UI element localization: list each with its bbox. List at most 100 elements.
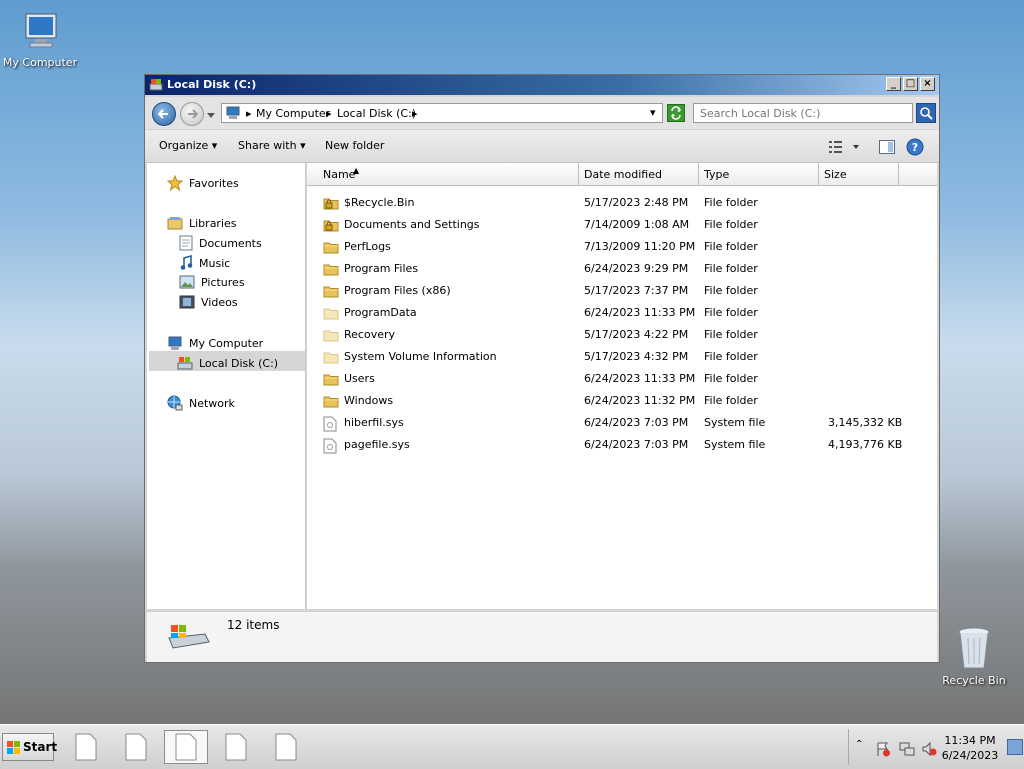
nav-videos[interactable]: Videos — [179, 295, 238, 309]
desktop-icon-my-computer[interactable]: My Computer — [0, 10, 80, 69]
hidden-folder-icon — [323, 306, 339, 323]
file-date: 7/14/2009 1:08 AM — [584, 218, 690, 231]
file-date: 6/24/2023 11:33 PM — [584, 372, 696, 385]
column-divider[interactable] — [898, 163, 899, 185]
file-size: 4,193,776 KB — [828, 438, 903, 451]
taskbar: Start ⌃ 11:34 PM 6/24/2023 — [0, 724, 1024, 769]
organize-label: Organize — [159, 139, 209, 152]
refresh-button[interactable] — [667, 104, 685, 122]
nav-label: Favorites — [189, 176, 239, 190]
nav-music[interactable]: Music — [179, 255, 230, 271]
table-row[interactable]: Recovery 5/17/2023 4:22 PM File folder — [307, 324, 937, 346]
nav-label: Documents — [199, 236, 262, 250]
address-dropdown-icon[interactable]: ▾ — [650, 106, 656, 119]
volume-muted-icon[interactable] — [921, 741, 937, 757]
view-options-icon[interactable] — [829, 140, 859, 154]
nav-my-computer[interactable]: My Computer — [167, 335, 263, 351]
table-row[interactable]: PerfLogs 7/13/2009 11:20 PM File folder — [307, 236, 937, 258]
file-type: File folder — [704, 196, 758, 209]
table-row[interactable]: Program Files 6/24/2023 9:29 PM File folde… — [307, 258, 937, 280]
taskbar-item[interactable] — [264, 730, 308, 764]
column-header-name[interactable]: Name — [323, 168, 355, 181]
nav-libraries[interactable]: Libraries — [167, 215, 237, 231]
close-button[interactable]: × — [920, 77, 935, 91]
windows-logo-icon — [7, 741, 20, 754]
file-type: File folder — [704, 218, 758, 231]
column-header-size[interactable]: Size — [824, 168, 847, 181]
document-icon — [175, 733, 197, 761]
minimize-button[interactable]: _ — [886, 77, 901, 91]
nav-network[interactable]: Network — [167, 395, 235, 411]
breadcrumb-separator[interactable]: ▸ — [246, 107, 252, 120]
taskbar-item[interactable] — [214, 730, 258, 764]
clock[interactable]: 11:34 PM 6/24/2023 — [939, 733, 1001, 763]
help-icon[interactable]: ? — [906, 138, 924, 156]
breadcrumb-separator[interactable]: ▸ — [412, 107, 418, 120]
clock-time: 11:34 PM — [944, 734, 996, 747]
breadcrumb-separator[interactable]: ▸ — [326, 107, 332, 120]
column-divider[interactable] — [698, 163, 699, 185]
action-center-flag-icon[interactable] — [875, 741, 891, 757]
share-with-label: Share with — [238, 139, 297, 152]
taskbar-item-active[interactable] — [164, 730, 208, 764]
column-header-type[interactable]: Type — [704, 168, 729, 181]
nav-local-disk[interactable]: Local Disk (C:) — [177, 355, 278, 371]
preview-pane-icon[interactable] — [879, 140, 895, 154]
breadcrumb-local-disk[interactable]: Local Disk (C:) — [337, 107, 416, 120]
network-status-icon[interactable] — [899, 741, 915, 757]
system-file-icon — [323, 416, 337, 435]
file-date: 5/17/2023 2:48 PM — [584, 196, 689, 209]
table-row[interactable]: Windows 6/24/2023 11:32 PM File folder — [307, 390, 937, 412]
table-row[interactable]: ProgramData 6/24/2023 11:33 PM File folder — [307, 302, 937, 324]
file-date: 5/17/2023 7:37 PM — [584, 284, 689, 297]
share-with-button[interactable]: Share with ▾ — [238, 139, 306, 152]
table-row[interactable]: pagefile.sys 6/24/2023 7:03 PM System file… — [307, 434, 937, 456]
hidden-folder-icon — [323, 350, 339, 367]
start-button[interactable]: Start — [2, 733, 57, 761]
column-header-date[interactable]: Date modified — [584, 168, 662, 181]
forward-button[interactable] — [180, 102, 204, 126]
file-type: File folder — [704, 350, 758, 363]
show-hidden-icons-icon[interactable]: ⌃ — [855, 739, 863, 750]
recent-pages-chevron-icon[interactable] — [207, 113, 215, 119]
organize-button[interactable]: Organize ▾ — [159, 139, 217, 152]
breadcrumb[interactable]: ▸ My Computer ▸ Local Disk (C:) ▸ ▾ — [221, 103, 663, 123]
maximize-button[interactable]: □ — [903, 77, 918, 91]
nav-pictures[interactable]: Pictures — [179, 275, 245, 289]
table-row[interactable]: Program Files (x86) 5/17/2023 7:37 PM File… — [307, 280, 937, 302]
desktop-icon-recycle-bin[interactable]: Recycle Bin — [934, 626, 1014, 687]
nav-documents[interactable]: Documents — [179, 235, 262, 251]
breadcrumb-my-computer[interactable]: My Computer — [256, 107, 330, 120]
new-folder-button[interactable]: New folder — [325, 139, 384, 152]
document-icon — [179, 235, 193, 251]
nav-label: Pictures — [201, 275, 245, 289]
picture-icon — [179, 275, 195, 289]
nav-favorites[interactable]: Favorites — [167, 175, 239, 191]
document-icon — [125, 733, 147, 761]
file-name: Recovery — [344, 328, 396, 341]
column-divider[interactable] — [818, 163, 819, 185]
file-size: 3,145,332 KB — [828, 416, 903, 429]
taskbar-item[interactable] — [114, 730, 158, 764]
taskbar-item[interactable] — [64, 730, 108, 764]
file-type: System file — [704, 416, 766, 429]
table-row[interactable]: $Recycle.Bin 5/17/2023 2:48 PM File folder — [307, 192, 937, 214]
nav-label: My Computer — [189, 336, 264, 350]
table-row[interactable]: Documents and Settings 7/14/2009 1:08 AM F… — [307, 214, 937, 236]
column-divider[interactable] — [578, 163, 579, 185]
back-button[interactable] — [152, 102, 176, 126]
file-type: File folder — [704, 306, 758, 319]
table-row[interactable]: Users 6/24/2023 11:33 PM File folder — [307, 368, 937, 390]
file-date: 6/24/2023 9:29 PM — [584, 262, 689, 275]
title-bar[interactable]: Local Disk (C:) _ □ × — [145, 75, 939, 95]
folder-icon — [323, 372, 339, 389]
file-date: 7/13/2009 11:20 PM — [584, 240, 696, 253]
arrow-left-icon — [157, 109, 168, 119]
search-input[interactable] — [693, 103, 913, 123]
library-icon — [167, 217, 183, 230]
table-row[interactable]: System Volume Information 5/17/2023 4:32 … — [307, 346, 937, 368]
nav-label: Music — [199, 256, 231, 270]
table-row[interactable]: hiberfil.sys 6/24/2023 7:03 PM System file… — [307, 412, 937, 434]
search-button[interactable] — [916, 103, 936, 123]
show-desktop-button[interactable] — [1007, 739, 1023, 755]
